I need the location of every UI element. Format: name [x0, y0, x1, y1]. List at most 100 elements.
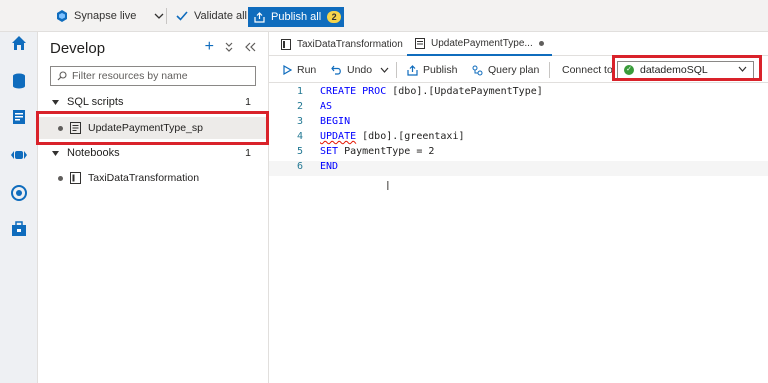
tree-item-label: TaxiDataTransformation: [88, 172, 200, 184]
synapse-icon: [56, 10, 68, 22]
chevron-down-icon: [380, 67, 389, 73]
play-icon: [283, 65, 292, 75]
tab-update-payment-type[interactable]: UpdatePaymentType...: [407, 32, 552, 56]
upload-icon: [254, 11, 265, 23]
code-editor[interactable]: 1 CREATE PROC [dbo].[UpdatePaymentType] …: [269, 84, 768, 383]
pending-changes-badge: 2: [327, 11, 342, 23]
workspace-label: Synapse live: [74, 10, 137, 22]
section-label: Notebooks: [67, 147, 120, 159]
home-icon[interactable]: [10, 34, 28, 52]
tab-label: TaxiDataTransformation: [297, 38, 403, 50]
notebook-icon: [70, 172, 81, 184]
line-number: 2: [296, 101, 303, 112]
code-rest: [dbo].[UpdatePaymentType]: [386, 86, 543, 97]
tree-item-sql-script[interactable]: UpdatePaymentType_sp: [38, 117, 269, 139]
keyword: CREATE PROC: [320, 86, 387, 97]
keyword: UPDATE: [320, 131, 357, 142]
develop-pane: Develop + Filter resources by name SQL s…: [38, 32, 269, 383]
chevron-down-icon: [738, 66, 747, 72]
code-rest: [dbo].[greentaxi]: [356, 131, 465, 142]
connect-to-label: Connect to: [562, 64, 613, 76]
section-notebooks[interactable]: Notebooks 1: [38, 143, 269, 163]
upload-icon: [407, 64, 418, 76]
code-line: 5 SET PaymentType = 2: [269, 146, 768, 161]
run-label: Run: [297, 64, 317, 76]
keyword: AS: [320, 101, 333, 112]
line-number: 4: [296, 131, 303, 142]
filter-input[interactable]: Filter resources by name: [50, 66, 256, 86]
code-text: UPDATE [dbo].[greentaxi]: [320, 131, 465, 142]
section-label: SQL scripts: [67, 96, 124, 108]
sql-script-icon: [70, 122, 81, 134]
unsaved-dot: [538, 40, 544, 46]
tree-item-label: UpdatePaymentType_sp: [88, 122, 203, 134]
line-number: 5: [296, 146, 303, 157]
text-cursor-icon: I: [386, 178, 390, 193]
publish-label: Publish: [423, 64, 458, 76]
section-count: 1: [245, 96, 251, 108]
tree-item-notebook[interactable]: TaxiDataTransformation: [38, 167, 269, 189]
code-line-current: 6 END: [269, 161, 768, 176]
collapse-pane-icon[interactable]: [244, 40, 256, 54]
connection-select[interactable]: ✓ datademoSQL: [617, 61, 754, 79]
integrate-icon[interactable]: [10, 146, 28, 164]
monitor-icon[interactable]: [10, 184, 28, 202]
publish-button[interactable]: Publish: [407, 57, 457, 83]
undo-label: Undo: [347, 64, 373, 76]
collapse-all-icon[interactable]: [224, 40, 234, 54]
keyword: BEGIN: [320, 116, 351, 127]
filter-placeholder: Filter resources by name: [72, 70, 188, 82]
data-icon[interactable]: [10, 72, 28, 90]
line-number: 1: [296, 86, 303, 97]
divider: [549, 62, 550, 78]
run-button[interactable]: Run: [283, 57, 316, 83]
code-text: END: [320, 161, 338, 172]
query-plan-label: Query plan: [488, 64, 540, 76]
status-dot: [58, 125, 63, 131]
section-sql-scripts[interactable]: SQL scripts 1: [38, 92, 269, 112]
pane-actions: +: [205, 39, 256, 55]
command-bar: Run Undo Publish Query plan Connect to ✓…: [269, 57, 768, 83]
keyword: SET: [320, 146, 339, 157]
code-text: AS: [320, 101, 332, 112]
manage-icon[interactable]: [10, 220, 28, 238]
top-toolbar: Synapse live Validate all Publish all 2: [0, 0, 768, 32]
validate-all-label: Validate all: [194, 10, 247, 22]
undo-dropdown[interactable]: [380, 57, 389, 83]
line-number: 3: [296, 116, 303, 127]
pane-title: Develop: [50, 40, 106, 57]
code-line: 3 BEGIN: [269, 116, 768, 131]
query-plan-icon: [472, 65, 483, 76]
status-dot: [58, 175, 63, 181]
activity-bar: »: [0, 0, 38, 383]
publish-all-button[interactable]: Publish all 2: [248, 7, 344, 27]
code-text: BEGIN: [320, 116, 350, 127]
chevron-down-icon: [154, 13, 164, 19]
keyword: END: [320, 161, 339, 172]
undo-icon: [331, 65, 342, 75]
code-text: SET PaymentType = 2: [320, 146, 434, 157]
connection-value: datademoSQL: [640, 64, 708, 76]
code-line: 4 UPDATE [dbo].[greentaxi]: [269, 131, 768, 146]
divider: [166, 8, 167, 24]
undo-button[interactable]: Undo: [331, 57, 372, 83]
workspace-selector[interactable]: Synapse live: [56, 0, 164, 32]
section-count: 1: [245, 147, 251, 159]
code-line: 2 AS: [269, 101, 768, 116]
divider: [396, 62, 397, 78]
caret-down-icon: [52, 99, 59, 106]
connected-check-icon: ✓: [624, 65, 634, 75]
validate-all-button[interactable]: Validate all: [176, 0, 247, 32]
caret-down-icon: [52, 150, 59, 157]
sql-script-icon: [415, 37, 425, 49]
checkmark-icon: [176, 10, 188, 22]
publish-all-label: Publish all: [271, 11, 322, 23]
query-plan-button[interactable]: Query plan: [472, 57, 539, 83]
code-rest: PaymentType = 2: [338, 146, 435, 157]
code-text: CREATE PROC [dbo].[UpdatePaymentType]: [320, 86, 543, 97]
develop-icon[interactable]: [10, 108, 28, 126]
code-line: 1 CREATE PROC [dbo].[UpdatePaymentType]: [269, 86, 768, 101]
add-resource-icon[interactable]: +: [205, 39, 214, 55]
notebook-icon: [281, 38, 291, 50]
tab-taxi-data-transformation[interactable]: TaxiDataTransformation: [273, 32, 422, 56]
